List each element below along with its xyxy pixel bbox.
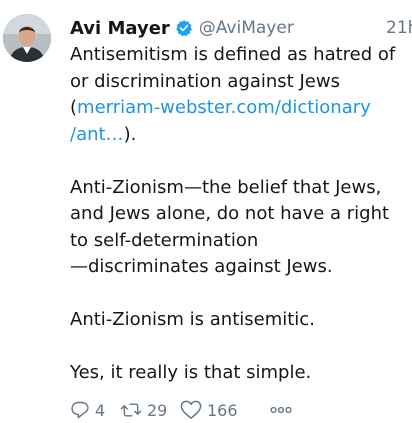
avatar-photo <box>3 14 51 62</box>
tweet-text-line: /ant…). <box>70 122 412 149</box>
reply-button[interactable]: 4 <box>70 400 120 420</box>
like-count: 166 <box>207 400 238 420</box>
dictionary-link-continued[interactable]: /ant… <box>70 124 124 145</box>
tweet-text-line: Anti-Zionism is antisemitic. <box>70 309 315 330</box>
tweet-header: Avi Mayer @AviMayer <box>70 14 294 42</box>
tweet-text-line: or discrimination against Jews <box>70 70 340 92</box>
tweet-text-line: Anti-Zionism—the belief that Jews, <box>70 176 382 198</box>
paren-close: ). <box>123 123 137 145</box>
avatar[interactable] <box>3 14 51 62</box>
reply-icon <box>70 400 90 420</box>
retweet-icon <box>120 400 142 420</box>
user-handle[interactable]: @AviMayer <box>199 18 294 38</box>
retweet-button[interactable]: 29 <box>120 400 180 420</box>
display-name[interactable]: Avi Mayer <box>70 18 170 39</box>
tweet-timestamp[interactable]: 21h <box>386 14 412 42</box>
tweet-text-line: and Jews alone, do not have a right <box>70 203 390 224</box>
tweet-actions: 4 29 166 <box>70 397 294 423</box>
heart-icon <box>180 400 202 420</box>
retweet-count: 29 <box>147 400 168 420</box>
tweet-text-line: Yes, it really is that simple. <box>70 362 312 383</box>
verified-badge-icon <box>175 19 193 37</box>
tweet-text-line: —discriminates against Jews. <box>70 256 333 277</box>
reply-count: 4 <box>95 400 106 420</box>
tweet-text-line: (merriam-webster.com/dictionary <box>70 95 412 122</box>
tweet-text: Antisemitism is defined as hatred of or … <box>70 42 412 387</box>
more-button[interactable] <box>270 406 294 414</box>
more-icon <box>270 406 292 414</box>
tweet: Avi Mayer @AviMayer 21h Antisemitism is … <box>0 0 412 423</box>
dictionary-link[interactable]: merriam-webster.com/dictionary <box>77 97 371 118</box>
like-button[interactable]: 166 <box>180 400 270 420</box>
tweet-text-line: Antisemitism is defined as hatred of <box>70 44 396 65</box>
paren-open: ( <box>70 97 78 118</box>
tweet-text-line: to self-determination <box>70 229 259 251</box>
